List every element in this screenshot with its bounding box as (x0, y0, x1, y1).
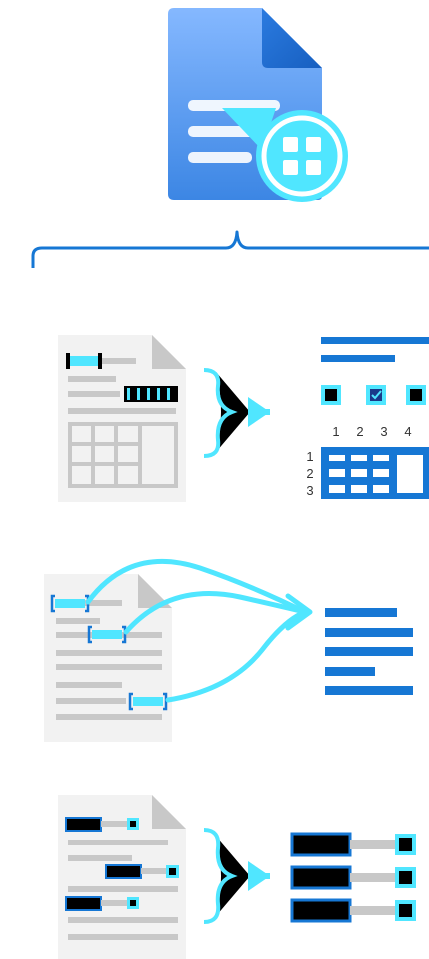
document-intelligence-diagram: 1 2 3 4 1 2 3 (31, 8, 429, 959)
table-row-label: 1 (306, 449, 313, 464)
structured-layout-icon: 1 2 3 4 1 2 3 (306, 337, 429, 499)
table-row-label: 3 (306, 483, 313, 498)
table-grid-icon (321, 447, 429, 499)
merge-arrow-icon (203, 828, 270, 924)
table-column-label: 3 (380, 424, 387, 439)
form-document-icon (58, 335, 186, 502)
document-key-fields-icon (44, 574, 172, 742)
table-column-label: 4 (404, 424, 411, 439)
merge-arrow-icon (203, 368, 270, 458)
key-value-pair (290, 865, 416, 890)
checkbox-icon (321, 385, 341, 405)
key-value-pairs-icon (290, 832, 416, 923)
table-column-label: 1 (332, 424, 339, 439)
key-value-pair (290, 832, 416, 857)
table-row-label: 2 (306, 466, 313, 481)
checkbox-checked-icon (366, 385, 386, 405)
document-intelligence-icon (168, 8, 348, 202)
extracted-text-lines-icon (325, 608, 413, 695)
checkbox-icon (406, 385, 426, 405)
key-value-pair (290, 898, 416, 923)
document-key-value-icon (58, 795, 186, 959)
horizontal-brace-icon (31, 230, 429, 268)
barcode-icon (124, 386, 178, 402)
table-column-label: 2 (356, 424, 363, 439)
